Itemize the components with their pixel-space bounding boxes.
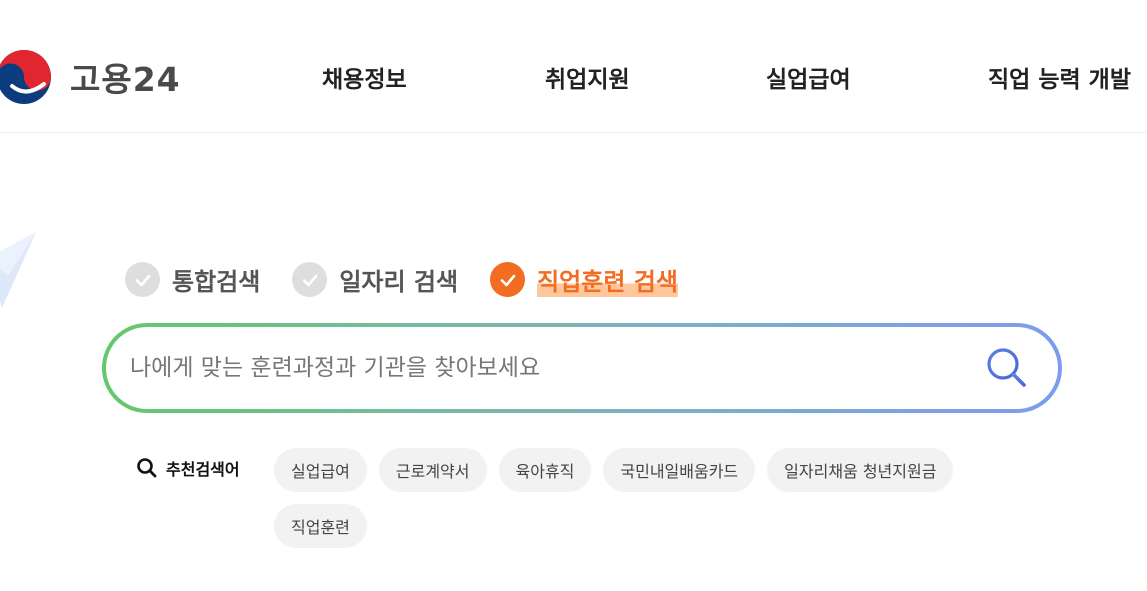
paper-plane-icon xyxy=(0,232,36,308)
nav-item-jobs-info[interactable]: 채용정보 xyxy=(322,60,407,94)
keyword-chip[interactable]: 직업훈련 xyxy=(274,504,367,548)
recommended-label-text: 추천검색어 xyxy=(166,460,240,479)
tab-integrated-search[interactable]: 통합검색 xyxy=(125,262,260,297)
keyword-chip[interactable]: 일자리채움 청년지원금 xyxy=(767,448,954,492)
nav-item-employment-support[interactable]: 취업지원 xyxy=(545,60,630,94)
keyword-chip[interactable]: 실업급여 xyxy=(274,448,367,492)
tab-label: 일자리 검색 xyxy=(339,268,459,296)
recommended-label: 추천검색어 xyxy=(136,456,240,480)
tab-label: 통합검색 xyxy=(172,268,261,296)
search-icon xyxy=(137,458,157,478)
search-box xyxy=(102,323,1062,413)
tab-job-search[interactable]: 일자리 검색 xyxy=(292,262,458,297)
tab-label: 직업훈련 검색 xyxy=(537,262,678,297)
keyword-chip[interactable]: 근로계약서 xyxy=(378,448,487,492)
search-tabs: 통합검색 일자리 검색 직업훈련 검색 xyxy=(125,262,710,297)
nav-item-vocational-development[interactable]: 직업 능력 개발 xyxy=(988,60,1131,94)
search-box-inner xyxy=(106,327,1058,409)
check-icon xyxy=(292,262,328,297)
nav-item-unemployment-benefits[interactable]: 실업급여 xyxy=(766,60,851,94)
keyword-chip[interactable]: 국민내일배움카드 xyxy=(603,448,756,492)
check-icon xyxy=(125,262,160,297)
search-icon[interactable] xyxy=(984,345,1030,391)
check-icon xyxy=(490,262,526,297)
search-input[interactable] xyxy=(130,339,950,397)
main-nav: 채용정보 취업지원 실업급여 직업 능력 개발 xyxy=(0,60,1147,100)
keyword-chip[interactable]: 육아휴직 xyxy=(498,448,592,492)
tab-training-search[interactable]: 직업훈련 검색 xyxy=(490,262,678,297)
keyword-chips: 실업급여 근로계약서 육아휴직 국민내일배움카드 일자리채움 청년지원금 직업훈… xyxy=(274,448,1036,560)
site-header: 고용24 채용정보 취업지원 실업급여 직업 능력 개발 xyxy=(0,0,1147,133)
